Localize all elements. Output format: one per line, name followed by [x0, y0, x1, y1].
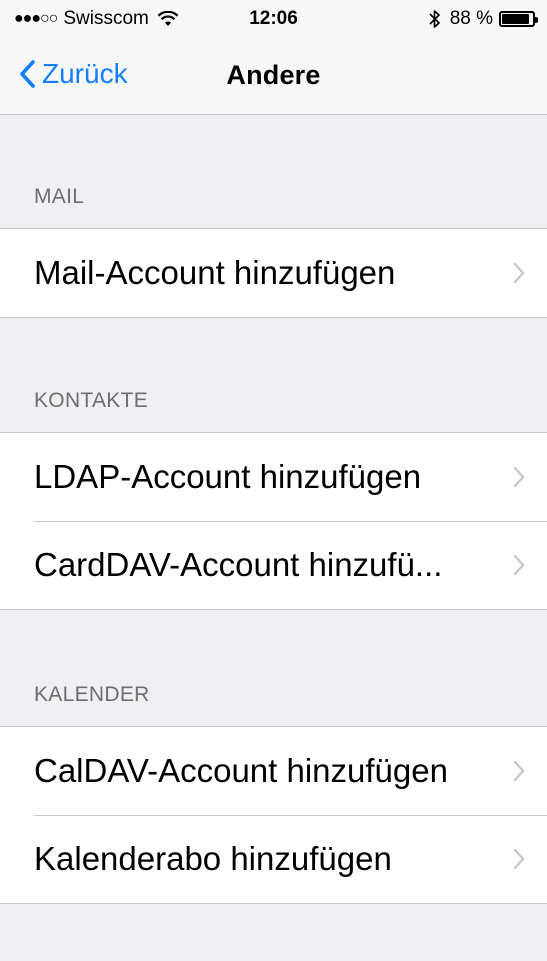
section-header-calendar: KALENDER	[34, 683, 150, 706]
status-bar: ●●●○○ Swisscom 12:06 88 %	[0, 0, 547, 40]
section-header-mail: MAIL	[34, 185, 85, 208]
chevron-right-icon	[513, 760, 525, 782]
top-bar: ●●●○○ Swisscom 12:06 88 % Zurück Andere	[0, 0, 547, 115]
chevron-right-icon	[513, 554, 525, 576]
battery-fill	[502, 14, 529, 24]
battery-icon	[499, 11, 538, 27]
chevron-right-icon	[513, 466, 525, 488]
add-caldav-account-item[interactable]: CalDAV-Account hinzufügen	[0, 727, 547, 815]
bluetooth-icon	[429, 10, 440, 28]
list-item-label: CalDAV-Account hinzufügen	[34, 752, 448, 789]
calendar-group: CalDAV-Account hinzufügen Kalenderabo hi…	[0, 726, 547, 904]
chevron-right-icon	[513, 848, 525, 870]
list-item-label: Mail-Account hinzufügen	[34, 254, 396, 291]
contacts-group: LDAP-Account hinzufügen CardDAV-Account …	[0, 432, 547, 610]
navigation-bar: Zurück Andere	[0, 40, 547, 114]
battery-percentage: 88 %	[449, 8, 493, 29]
list-item-label: CardDAV-Account hinzufü...	[34, 546, 443, 583]
mail-group: Mail-Account hinzufügen	[0, 228, 547, 318]
add-ldap-account-item[interactable]: LDAP-Account hinzufügen	[0, 433, 547, 521]
add-mail-account-item[interactable]: Mail-Account hinzufügen	[0, 229, 547, 317]
list-item-label: LDAP-Account hinzufügen	[34, 458, 422, 495]
chevron-right-icon	[513, 262, 525, 284]
section-header-contacts: KONTAKTE	[34, 389, 149, 412]
list-item-label: Kalenderabo hinzufügen	[34, 840, 392, 877]
add-calendar-subscription-item[interactable]: Kalenderabo hinzufügen	[0, 815, 547, 903]
page-title: Andere	[226, 60, 321, 90]
add-carddav-account-item[interactable]: CardDAV-Account hinzufü...	[0, 521, 547, 609]
